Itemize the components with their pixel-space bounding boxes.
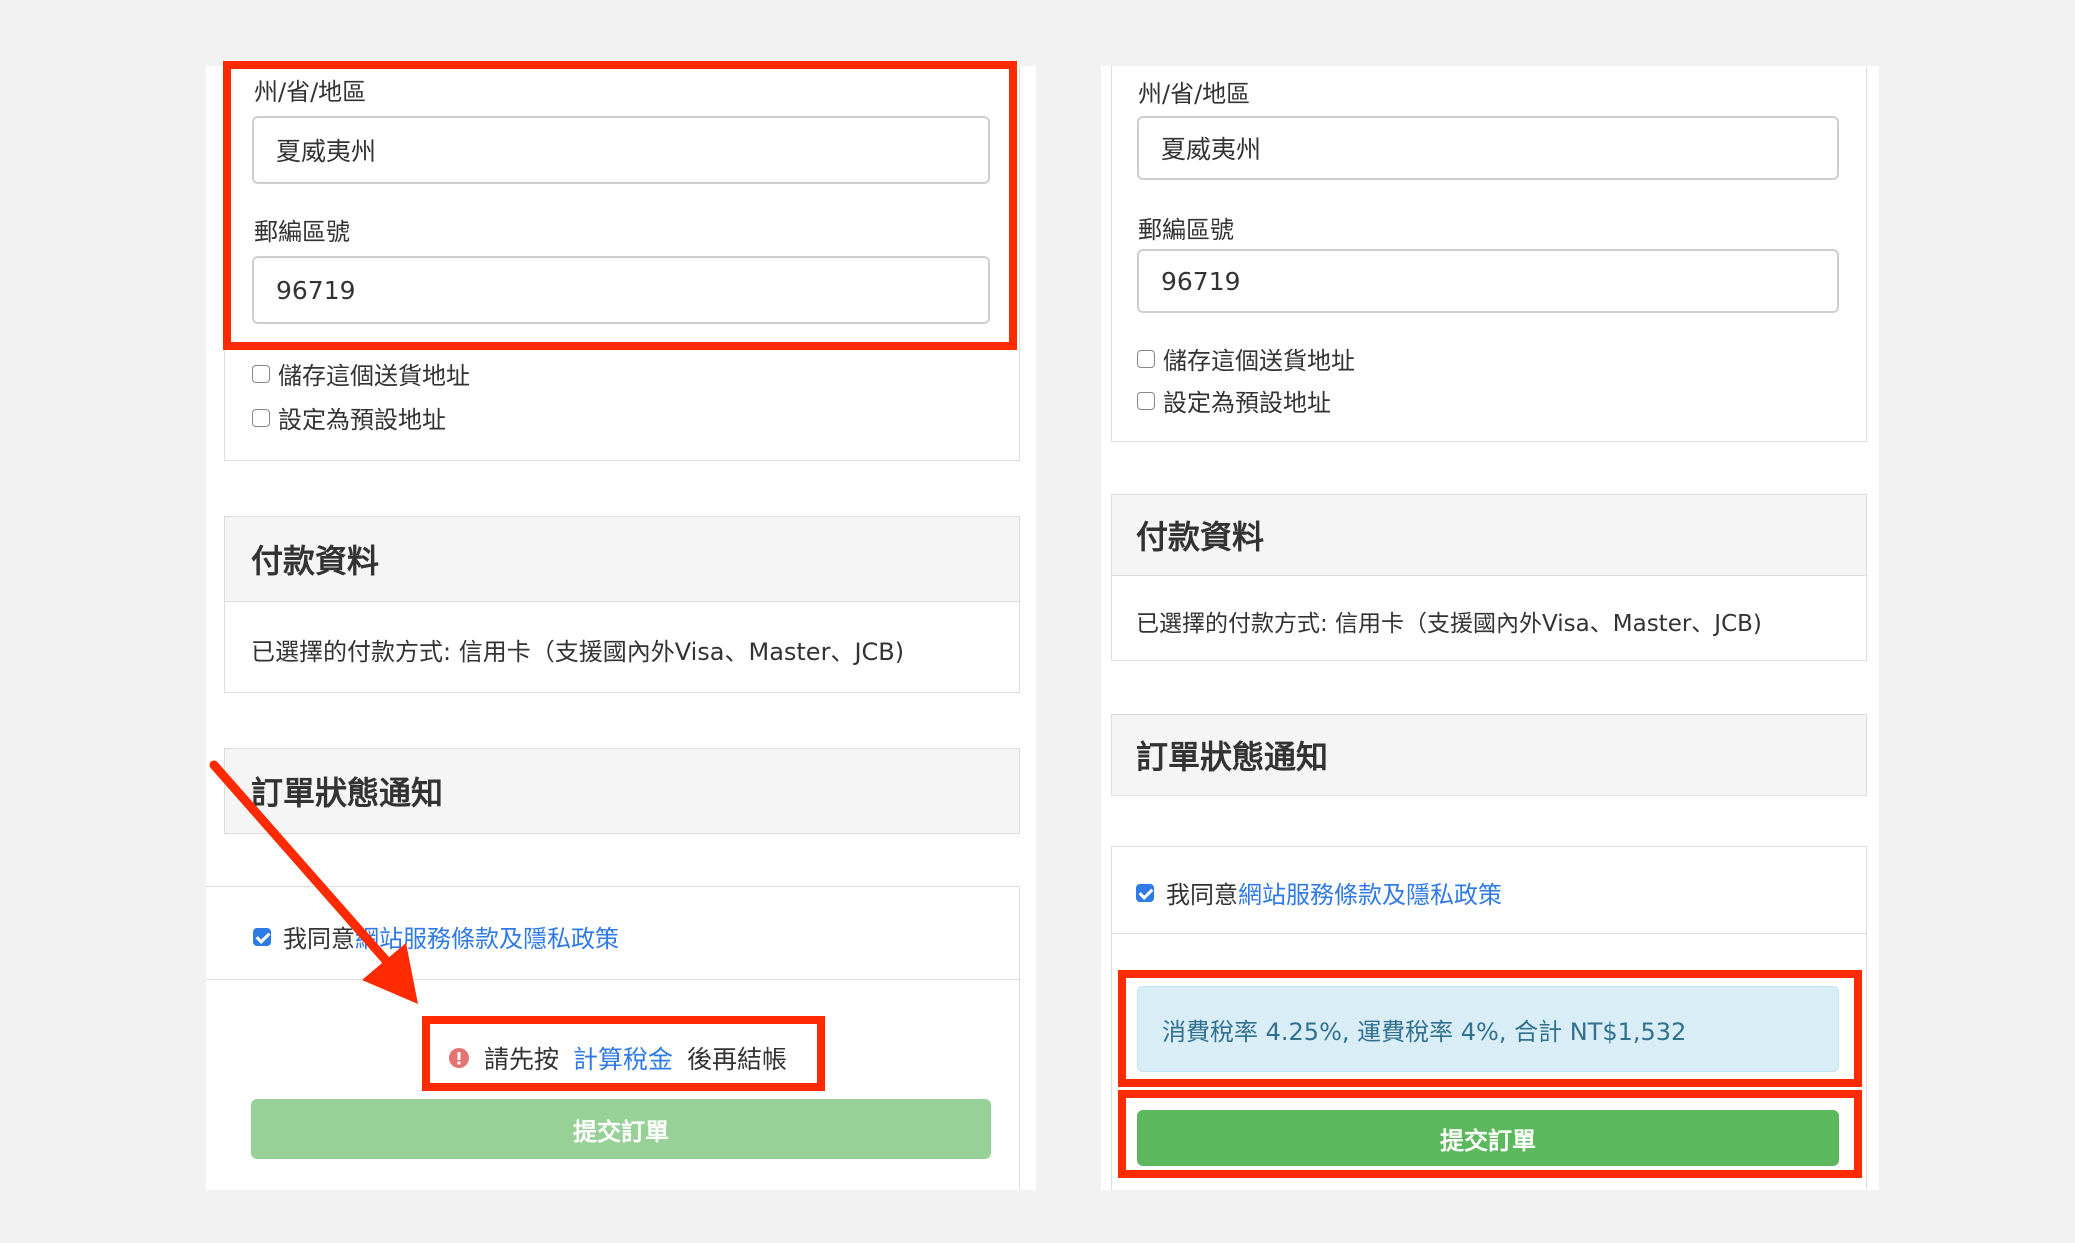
arrow-annotation [209, 760, 418, 1004]
